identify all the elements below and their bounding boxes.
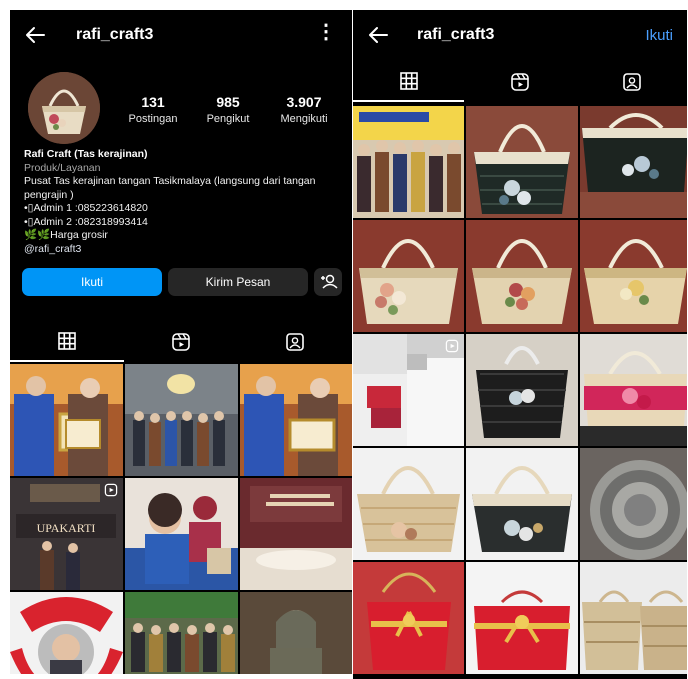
post-thumbnail[interactable] (580, 562, 687, 674)
post-thumbnail[interactable] (580, 448, 687, 560)
posts-grid: UPAKARTI (10, 364, 352, 674)
post-thumbnail[interactable] (125, 364, 238, 476)
tab-tagged[interactable] (238, 322, 352, 362)
suggest-user-button[interactable] (314, 268, 342, 296)
bio-line: Pusat Tas kerajinan tangan Tasikmalaya (… (24, 175, 316, 201)
post-thumbnail[interactable] (240, 364, 352, 476)
profile-header: rafi_craft3 ⋮ (10, 10, 352, 60)
post-thumbnail[interactable] (466, 562, 578, 674)
grid-icon (399, 72, 418, 90)
post-thumbnail[interactable] (125, 592, 238, 674)
grid-icon (58, 332, 76, 350)
profile-header: rafi_craft3 Ikuti (353, 10, 687, 60)
stat-following-count: 3.907 (286, 94, 322, 110)
post-thumbnail[interactable] (466, 334, 578, 446)
post-thumbnail[interactable] (353, 562, 464, 674)
tagged-icon (286, 333, 304, 351)
svg-text:UPAKARTI: UPAKARTI (37, 521, 96, 535)
post-thumbnail[interactable] (240, 478, 352, 590)
post-thumbnail[interactable] (580, 220, 687, 332)
tab-reels[interactable] (124, 322, 238, 362)
stat-posts-label: Postingan (128, 113, 178, 125)
stat-followers[interactable]: 985 Pengikut (193, 94, 263, 125)
profile-bio: Rafi Craft (Tas kerajinan) Produk/Layana… (24, 148, 344, 256)
profile-screen-left: rafi_craft3 ⋮ 131 Postingan 985 Pengikut… (10, 10, 352, 674)
post-thumbnail[interactable] (580, 106, 687, 218)
reels-icon (172, 333, 190, 351)
post-thumbnail[interactable] (466, 220, 578, 332)
message-button[interactable]: Kirim Pesan (168, 268, 308, 296)
stat-following-label: Mengikuti (280, 113, 328, 125)
stat-posts-count: 131 (141, 94, 165, 110)
tab-tagged[interactable] (576, 62, 687, 102)
add-person-icon (321, 274, 338, 289)
bio-category: Produk/Layanan (24, 161, 101, 174)
post-thumbnail[interactable] (353, 334, 464, 446)
follow-button[interactable]: Ikuti (22, 268, 162, 296)
post-thumbnail[interactable] (466, 448, 578, 560)
tab-posts-grid[interactable] (353, 62, 464, 102)
avatar[interactable] (28, 72, 100, 144)
post-thumbnail[interactable] (10, 592, 123, 674)
profile-username: rafi_craft3 (76, 26, 154, 43)
post-thumbnail[interactable] (353, 448, 464, 560)
profile-username: rafi_craft3 (417, 26, 495, 43)
post-thumbnail[interactable]: UPAKARTI (10, 478, 123, 590)
back-arrow-icon[interactable] (367, 24, 389, 46)
bio-line: •▯Admin 2 :082318993414 (24, 215, 148, 228)
follow-link[interactable]: Ikuti (645, 27, 673, 44)
reels-badge-icon (104, 483, 118, 497)
posts-grid (353, 106, 687, 674)
stat-posts[interactable]: 131 Postingan (118, 94, 188, 125)
tagged-icon (622, 73, 641, 91)
bio-handle-link[interactable]: @rafi_craft3 (24, 243, 344, 257)
post-thumbnail[interactable] (353, 106, 464, 218)
post-thumbnail[interactable] (125, 478, 238, 590)
reels-icon (511, 73, 529, 91)
stat-followers-count: 985 (216, 94, 240, 110)
bio-line: •▯Admin 1 :085223614820 (24, 202, 148, 214)
post-thumbnail[interactable] (10, 364, 123, 476)
profile-tabs (353, 62, 687, 102)
bio-line: 🌿🌿Harga grosir (24, 229, 108, 241)
reels-badge-icon (445, 339, 459, 353)
bio-name: Rafi Craft (Tas kerajinan) (24, 148, 148, 160)
post-thumbnail[interactable] (353, 220, 464, 332)
post-thumbnail[interactable] (466, 106, 578, 218)
avatar-bag-image (28, 72, 100, 144)
post-thumbnail[interactable] (240, 592, 352, 674)
stat-followers-label: Pengikut (206, 113, 250, 125)
more-vertical-icon[interactable]: ⋮ (316, 22, 336, 42)
profile-screen-right: rafi_craft3 Ikuti (353, 10, 687, 679)
stat-following[interactable]: 3.907 Mengikuti (269, 94, 339, 125)
post-thumbnail[interactable] (580, 334, 687, 446)
tab-reels[interactable] (464, 62, 576, 102)
profile-tabs (10, 322, 352, 362)
back-arrow-icon[interactable] (24, 24, 46, 46)
tab-posts-grid[interactable] (10, 322, 124, 362)
